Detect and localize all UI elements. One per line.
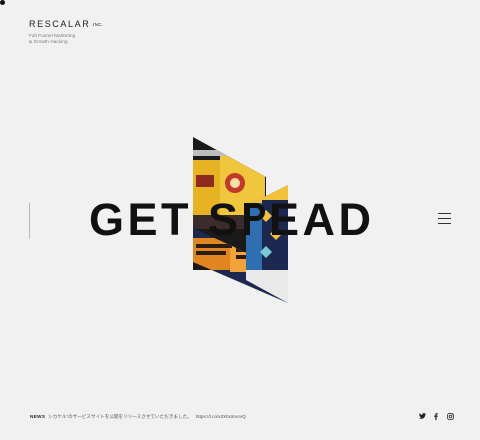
menu-bar-bottom [438,223,451,224]
instagram-icon[interactable] [446,412,454,420]
landing-page: RESCALAR.INC. Full Funnel Marketing & Gr… [0,0,480,440]
news-label: NEWS [30,414,46,419]
hero-graphic: GET S EAD [89,137,375,303]
twitter-icon[interactable] [418,412,426,420]
hamburger-menu-icon[interactable] [438,213,452,224]
news-ticker: NEWS シカケル"のサービスサイトを公開をリリースさせていただきました。 htt… [30,413,460,421]
news-item[interactable]: シカケル"のサービスサイトを公開をリリースさせていただきました。 https://… [48,414,246,420]
news-link[interactable]: https://t.co/x0XbUKvnvQ [196,414,246,419]
menu-bar-top [438,213,451,214]
hero-headline-right: EAD [269,194,375,245]
news-text: シカケル"のサービスサイトを公開をリリースさせていただきました。 [48,414,192,419]
hero-headline-left: GET S [89,194,242,245]
menu-bar-middle [438,218,451,219]
facebook-icon[interactable] [432,412,440,420]
